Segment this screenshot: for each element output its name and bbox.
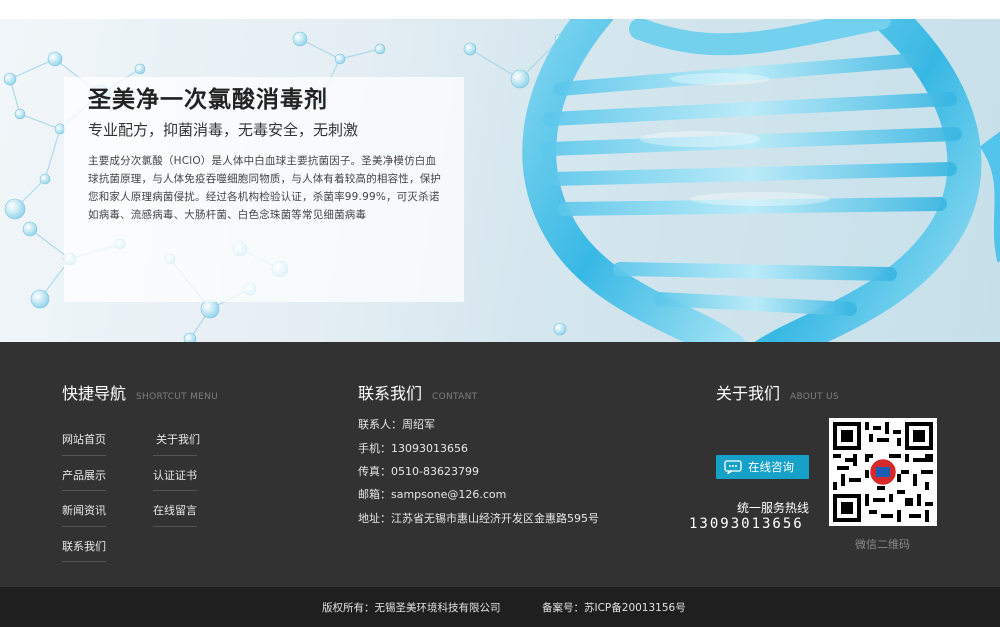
hero-description: 主要成分次氯酸（HClO）是人体中白血球主要抗菌因子。圣美净模仿白血球抗菌原理，… <box>88 155 442 221</box>
about-section-heading: 关于我们 ABOUT US <box>716 380 839 404</box>
nav-divider <box>153 490 197 491</box>
online-consult-label: 在线咨询 <box>748 460 794 474</box>
contact-person: 联系人：周绍军 <box>358 418 435 431</box>
qr-code-label: 微信二维码 <box>855 538 910 551</box>
qr-code-pattern <box>833 422 933 522</box>
nav-section-title-en: SHORTCUT MENU <box>136 392 219 402</box>
nav-link-news[interactable]: 新闻资讯 <box>62 502 106 518</box>
copyright-text: 版权所有：无锡圣美环境科技有限公司 <box>322 602 501 614</box>
contact-section-title-en: CONTANT <box>432 392 478 402</box>
hotline-number: 13093013656 <box>689 516 804 532</box>
nav-section-heading: 快捷导航 SHORTCUT MENU <box>62 380 218 404</box>
nav-section-title: 快捷导航 <box>62 384 127 403</box>
footer: 快捷导航 SHORTCUT MENU 网站首页 关于我们 产品展示 认证证书 新闻… <box>0 342 1000 587</box>
online-consult-button[interactable]: 在线咨询 <box>716 455 809 479</box>
contact-fax: 传真：0510-83623799 <box>358 465 479 478</box>
nav-link-message[interactable]: 在线留言 <box>153 502 197 518</box>
contact-section-heading: 联系我们 CONTANT <box>358 380 477 404</box>
nav-divider <box>153 526 197 527</box>
wechat-qr-code <box>829 418 937 526</box>
icp-record[interactable]: 备案号：苏ICP备20013156号 <box>542 600 686 615</box>
hero-subtitle: 专业配方，抑菌消毒，无毒安全，无刺激 <box>88 121 359 139</box>
contact-phone: 手机：13093013656 <box>358 442 468 455</box>
nav-link-contact[interactable]: 联系我们 <box>62 538 106 554</box>
about-section-title-en: ABOUT US <box>790 392 839 402</box>
contact-section-title: 联系我们 <box>358 384 423 403</box>
hero-title: 圣美净一次氯酸消毒剂 <box>88 87 328 113</box>
contact-email: 邮箱：sampsone@126.com <box>358 488 507 501</box>
nav-divider <box>62 561 106 562</box>
nav-link-certificates[interactable]: 认证证书 <box>153 467 197 483</box>
nav-divider <box>62 490 106 491</box>
nav-divider <box>153 455 197 456</box>
nav-divider <box>62 455 106 456</box>
copyright-bar: 版权所有：无锡圣美环境科技有限公司 备案号：苏ICP备20013156号 <box>0 587 1000 627</box>
nav-link-about[interactable]: 关于我们 <box>156 431 200 447</box>
nav-divider <box>62 526 106 527</box>
top-strip <box>0 0 1000 19</box>
hotline-label: 统一服务热线 <box>737 501 810 515</box>
nav-link-home[interactable]: 网站首页 <box>62 431 106 447</box>
contact-address: 地址：江苏省无锡市惠山经济开发区金惠路595号 <box>358 512 599 525</box>
nav-link-products[interactable]: 产品展示 <box>62 467 106 483</box>
chat-bubble-icon <box>724 460 742 474</box>
about-section-title: 关于我们 <box>716 384 781 403</box>
